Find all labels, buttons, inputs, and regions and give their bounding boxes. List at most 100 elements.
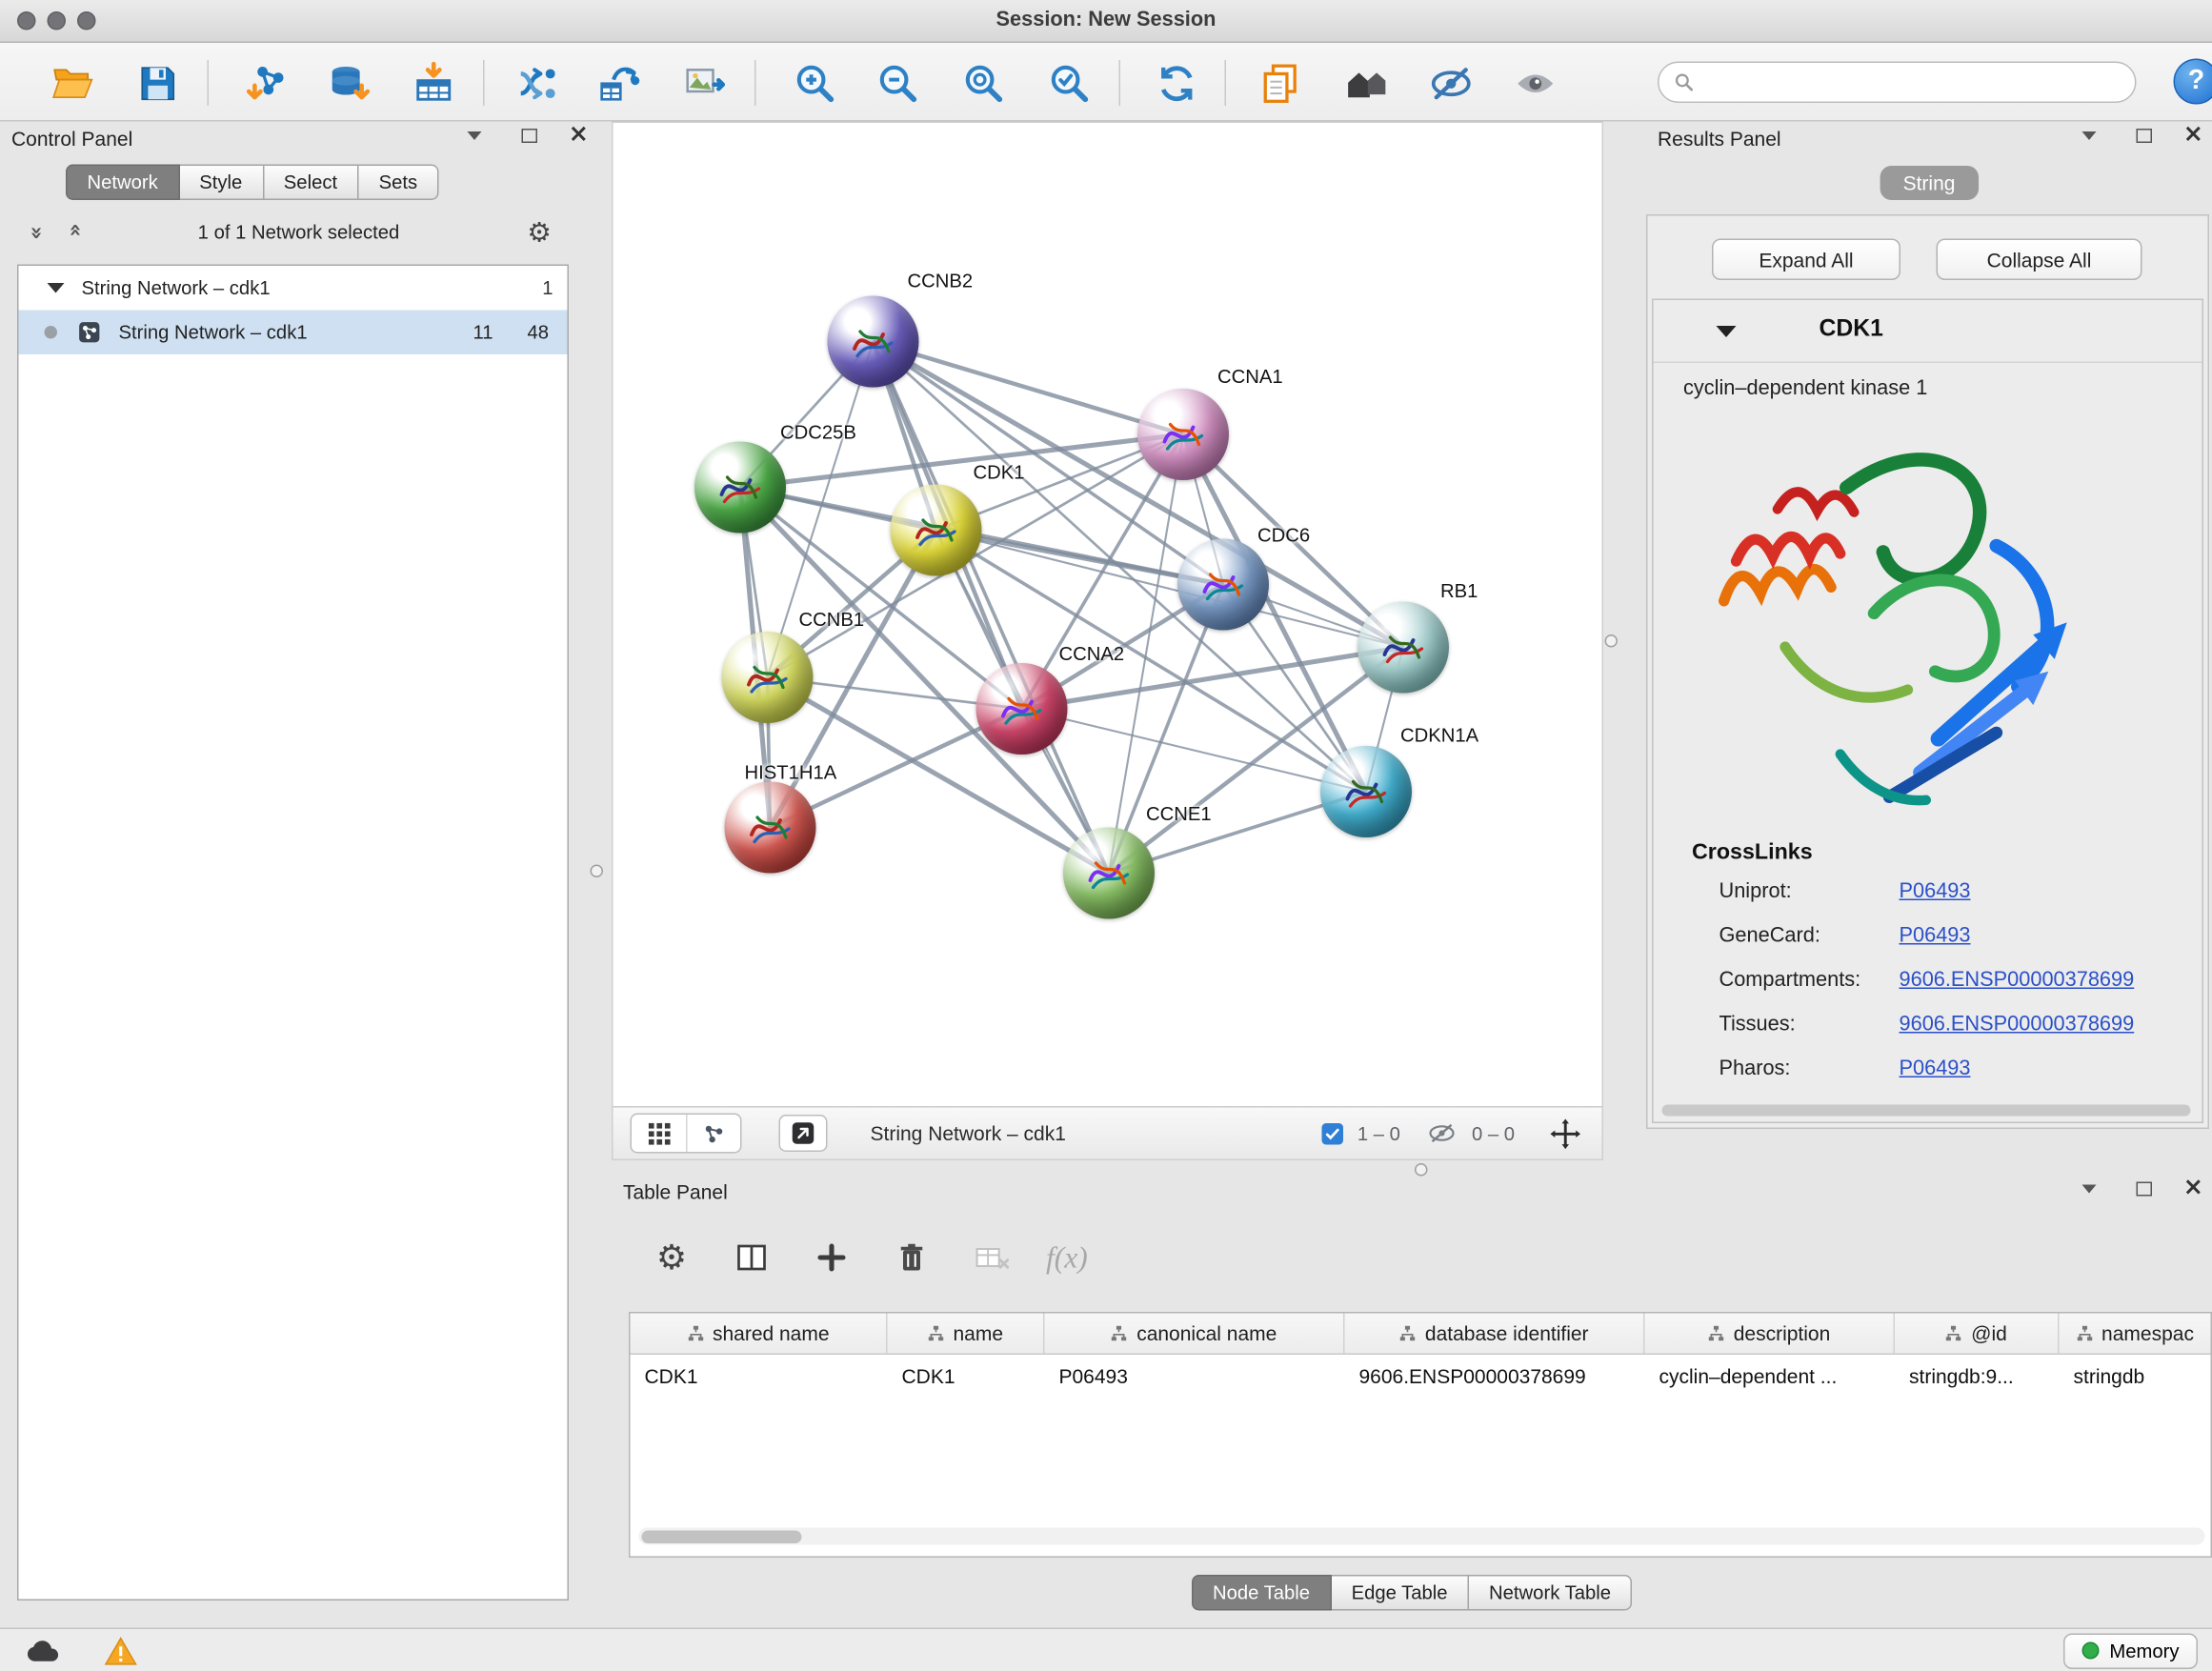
documents-icon	[1257, 59, 1304, 107]
crosslink-link[interactable]: P06493	[1900, 1057, 1971, 1080]
help-button[interactable]: ?	[2174, 59, 2212, 105]
new-network-from-table-button[interactable]	[591, 54, 648, 111]
import-network-from-database-button[interactable]	[319, 54, 376, 111]
home-view-button[interactable]	[1337, 54, 1395, 111]
detach-view-button[interactable]	[779, 1115, 828, 1152]
column-header-description[interactable]: description	[1645, 1314, 1896, 1354]
import-table-from-file-button[interactable]	[405, 54, 462, 111]
tab-string[interactable]: String	[1880, 166, 1979, 200]
network-view-toolbar: String Network – cdk1 1 – 0 0 – 0	[613, 1106, 1602, 1159]
network-node-CDK1[interactable]	[891, 485, 982, 576]
import-network-file-icon	[242, 59, 290, 107]
open-session-button[interactable]	[43, 54, 100, 111]
add-column-button[interactable]	[806, 1232, 857, 1283]
column-header-shared-name[interactable]: shared name	[631, 1314, 888, 1354]
protein-structure-thumbnail	[1339, 765, 1394, 819]
network-node-CCNA2[interactable]	[976, 663, 1068, 755]
column-header-name[interactable]: name	[888, 1314, 1045, 1354]
import-network-from-file-button[interactable]	[237, 54, 294, 111]
table-horizontal-scrollbar[interactable]	[639, 1528, 2205, 1545]
node-label-CDK1: CDK1	[974, 462, 1025, 484]
horizontal-splitter-handle[interactable]	[1415, 1163, 1428, 1177]
tab-network[interactable]: Network	[66, 165, 179, 201]
crosslink-label: Pharos:	[1719, 1057, 1791, 1080]
expand-all-button[interactable]: Expand All	[1712, 239, 1900, 281]
network-node-CCNB2[interactable]	[828, 296, 919, 388]
network-collection-row[interactable]: String Network – cdk1 1	[19, 266, 568, 311]
network-canvas[interactable]: CCNB2CCNA1CDC25BCDK1CDC6RB1CCNB1CCNA2CDK…	[613, 123, 1605, 1109]
tab-sets[interactable]: Sets	[359, 165, 439, 201]
column-header-canonical-name[interactable]: canonical name	[1045, 1314, 1345, 1354]
network-node-CDC6[interactable]	[1177, 539, 1269, 631]
network-node-CDKN1A[interactable]	[1320, 746, 1412, 837]
warnings-button[interactable]	[94, 1633, 146, 1669]
column-header-database-identifier[interactable]: database identifier	[1345, 1314, 1645, 1354]
hide-selected-button[interactable]	[1422, 54, 1479, 111]
delete-column-button[interactable]	[886, 1232, 937, 1283]
network-overview-button[interactable]	[686, 1115, 740, 1152]
search-input[interactable]	[1703, 70, 2135, 95]
close-panel-icon[interactable]: ×	[2183, 128, 2203, 144]
selected-indicator-checkbox[interactable]	[1321, 1122, 1343, 1144]
network-options-gear-icon[interactable]: ⚙	[518, 216, 560, 251]
column-header-namespace[interactable]: namespac	[2060, 1314, 2211, 1354]
entry-disclosure-icon[interactable]	[1717, 326, 1737, 337]
panel-menu-icon[interactable]	[467, 131, 481, 139]
tab-edge-table[interactable]: Edge Table	[1332, 1575, 1469, 1611]
vertical-splitter-handle[interactable]	[591, 865, 604, 878]
network-row-selected[interactable]: String Network – cdk1 11 48	[19, 311, 568, 355]
cloud-status-button[interactable]	[17, 1633, 69, 1669]
table-header-row: shared name name canonical name database…	[631, 1314, 2211, 1356]
crosslink-link[interactable]: P06493	[1900, 880, 1971, 903]
show-graphics-details-button[interactable]	[1506, 54, 1563, 111]
title-bar: Session: New Session	[0, 0, 2212, 43]
show-columns-button[interactable]	[726, 1232, 777, 1283]
tab-node-table[interactable]: Node Table	[1191, 1575, 1331, 1611]
table-row[interactable]: CDK1 CDK1 P06493 9606.ENSP00000378699 cy…	[631, 1355, 2211, 1397]
pan-move-icon[interactable]	[1549, 1117, 1582, 1150]
network-node-CCNB1[interactable]	[722, 632, 814, 723]
collapse-all-button[interactable]: Collapse All	[1937, 239, 2142, 281]
open-recent-button[interactable]	[1252, 54, 1309, 111]
export-image-button[interactable]	[676, 54, 734, 111]
memory-button[interactable]: Memory	[2063, 1633, 2198, 1669]
protein-entry-header[interactable]: CDK1	[1654, 300, 2202, 363]
save-session-button[interactable]	[129, 54, 186, 111]
float-panel-icon[interactable]	[2136, 128, 2152, 142]
zoom-fit-button[interactable]	[955, 54, 1012, 111]
refresh-view-button[interactable]	[1148, 54, 1205, 111]
close-panel-icon[interactable]: ×	[569, 128, 589, 144]
tab-network-table[interactable]: Network Table	[1469, 1575, 1632, 1611]
table-settings-gear-icon[interactable]: ⚙	[646, 1232, 697, 1283]
crosslink-link[interactable]: 9606.ENSP00000378699	[1900, 969, 2135, 992]
status-bar: Memory	[0, 1627, 2212, 1671]
network-node-HIST1H1A[interactable]	[725, 782, 816, 874]
column-header-id[interactable]: @id	[1895, 1314, 2060, 1354]
column-type-icon	[1708, 1325, 1725, 1342]
network-selection-status: 1 of 1 Network selected	[0, 222, 597, 244]
float-panel-icon[interactable]	[2136, 1181, 2152, 1196]
vertical-splitter-handle[interactable]	[1605, 634, 1619, 648]
tab-style[interactable]: Style	[179, 165, 264, 201]
crosslink-link[interactable]: 9606.ENSP00000378699	[1900, 1014, 2135, 1037]
network-node-CCNE1[interactable]	[1063, 828, 1155, 919]
crosslink-link[interactable]: P06493	[1900, 925, 1971, 948]
collection-disclosure-icon[interactable]	[48, 283, 65, 293]
column-label: name	[953, 1322, 1003, 1345]
float-panel-icon[interactable]	[521, 128, 537, 142]
network-node-CDC25B[interactable]	[694, 442, 786, 534]
main-toolbar: ?	[0, 43, 2212, 122]
new-network-button[interactable]	[508, 54, 565, 111]
scrollbar-thumb[interactable]	[642, 1530, 802, 1543]
network-node-RB1[interactable]	[1357, 602, 1449, 694]
zoom-selected-button[interactable]	[1040, 54, 1097, 111]
entry-horizontal-scrollbar[interactable]	[1662, 1105, 2191, 1117]
panel-menu-icon[interactable]	[2081, 1184, 2096, 1193]
tab-select[interactable]: Select	[264, 165, 359, 201]
network-node-CCNA1[interactable]	[1137, 389, 1229, 480]
close-panel-icon[interactable]: ×	[2183, 1180, 2203, 1197]
panel-menu-icon[interactable]	[2081, 131, 2096, 139]
zoom-in-button[interactable]	[786, 54, 843, 111]
grid-view-button[interactable]	[632, 1115, 686, 1152]
zoom-out-button[interactable]	[869, 54, 926, 111]
